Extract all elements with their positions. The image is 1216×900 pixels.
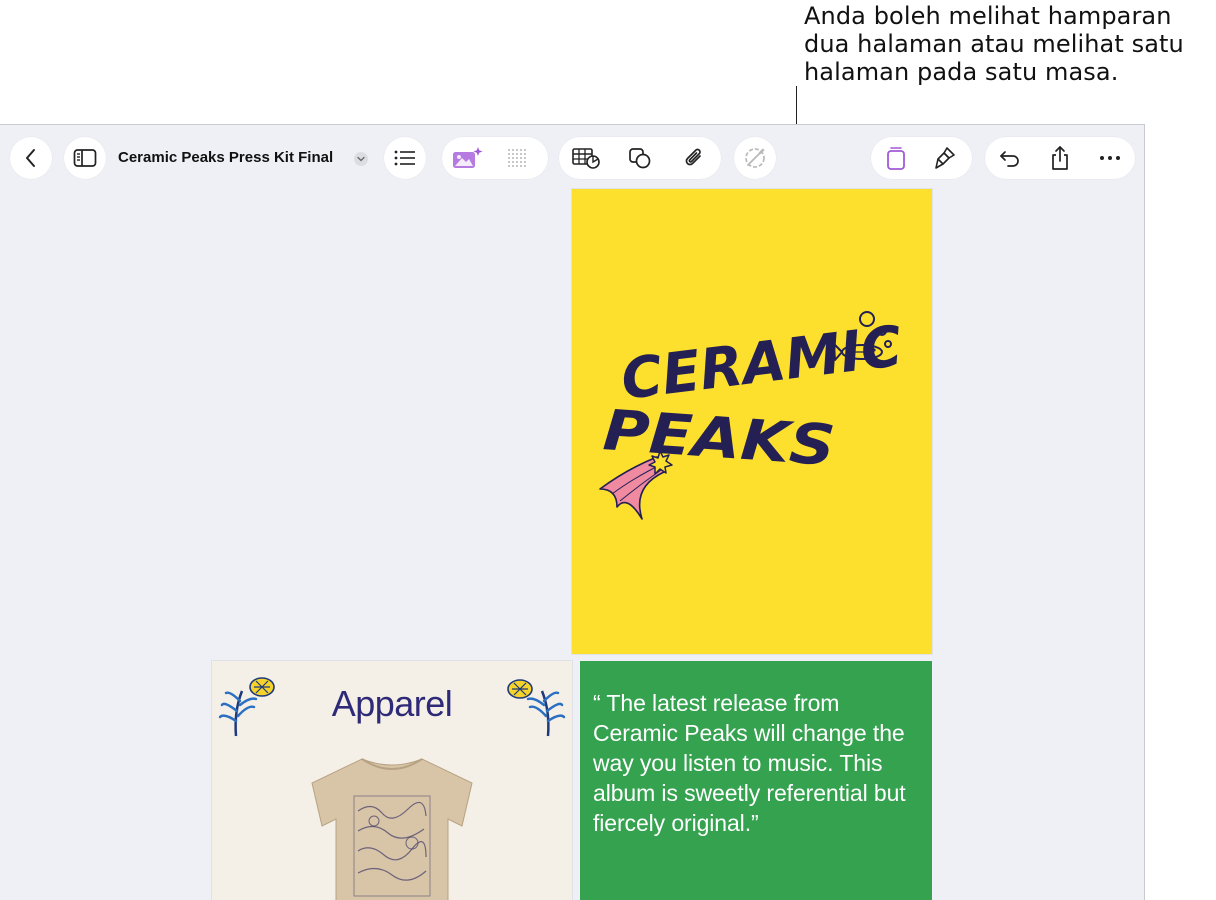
pages-window: Ceramic Peaks Press Kit Final CERAMIC PE… [0, 124, 1145, 900]
insert-group [559, 137, 721, 179]
table-chart-button[interactable] [559, 137, 613, 179]
pages-view-icon [887, 147, 905, 170]
callout-text: Anda boleh melihat hamparan dua halaman … [804, 2, 1184, 86]
table-chart-icon [572, 148, 600, 169]
cover-page[interactable]: CERAMIC PEAKS [572, 189, 932, 654]
attachment-button[interactable] [667, 137, 721, 179]
pages-view-button[interactable] [871, 137, 921, 179]
back-button[interactable] [10, 137, 52, 179]
sidebar-icon [73, 149, 97, 167]
share-button[interactable] [1035, 137, 1085, 179]
grid-icon [508, 149, 526, 167]
quote-text: “ The latest release from Ceramic Peaks … [593, 690, 906, 836]
more-icon [1100, 156, 1120, 160]
undo-button[interactable] [985, 137, 1035, 179]
format-group [871, 137, 972, 179]
shapes-icon [629, 148, 651, 169]
format-brush-icon [935, 147, 955, 169]
attachment-icon [685, 148, 701, 166]
title-chevron-icon[interactable] [354, 152, 368, 166]
image-playground-icon [453, 147, 483, 168]
cover-wordmark: CERAMIC PEAKS [601, 314, 906, 479]
smart-annotation-icon [745, 148, 765, 168]
list-icon [394, 150, 415, 166]
tshirt-image [311, 758, 473, 900]
quote-page[interactable]: “ The latest release from Ceramic Peaks … [580, 661, 932, 900]
undo-icon [1000, 151, 1019, 167]
share-icon [1052, 146, 1068, 170]
format-brush-button[interactable] [921, 137, 971, 179]
sidebar-button[interactable] [64, 137, 106, 179]
action-group [985, 137, 1135, 179]
list-button[interactable] [384, 137, 426, 179]
document-title[interactable]: Ceramic Peaks Press Kit Final [118, 149, 333, 166]
grid-button[interactable] [492, 137, 542, 179]
more-button[interactable] [1085, 137, 1135, 179]
cover-wordmark-line1: CERAMIC [618, 314, 906, 413]
cover-artwork: CERAMIC PEAKS [599, 311, 906, 520]
back-icon [26, 149, 35, 167]
apparel-title: Apparel [331, 683, 453, 724]
media-group [442, 137, 548, 179]
image-playground-button[interactable] [442, 137, 492, 179]
smart-annotation-button[interactable] [734, 137, 776, 179]
shapes-button[interactable] [613, 137, 667, 179]
apparel-page[interactable]: Apparel [212, 661, 572, 900]
